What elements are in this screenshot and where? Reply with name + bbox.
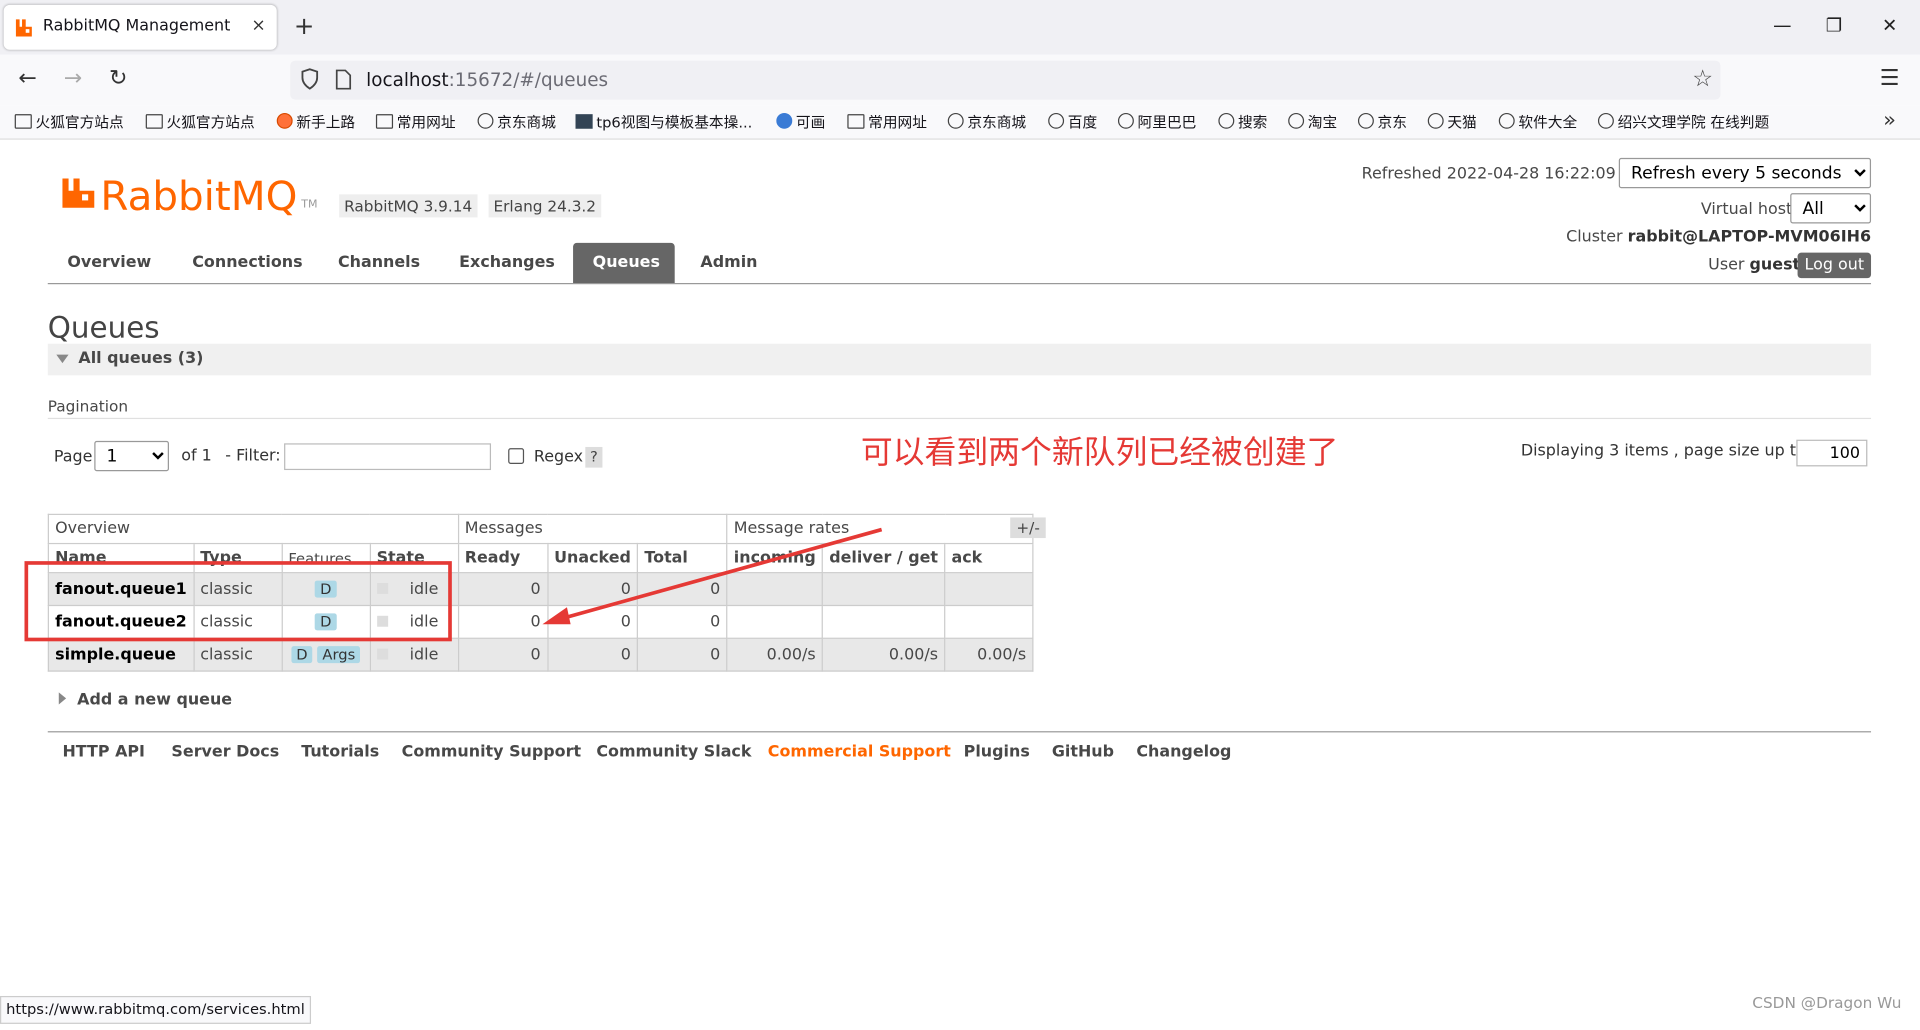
footer-link-community-slack[interactable]: Community Slack: [596, 743, 751, 761]
footer-link-server-docs[interactable]: Server Docs: [171, 743, 279, 761]
footer-link-github[interactable]: GitHub: [1052, 743, 1114, 761]
footer-divider: [47, 731, 1872, 733]
footer-link-plugins[interactable]: Plugins: [964, 743, 1030, 761]
footer-link-http-api[interactable]: HTTP API: [62, 743, 145, 761]
expand-triangle-icon: [58, 692, 67, 705]
annotation-arrow-icon: [542, 527, 883, 625]
add-new-queue-toggle[interactable]: Add a new queue: [58, 691, 232, 709]
footer-link-community-support[interactable]: Community Support: [402, 743, 581, 761]
footer-link-tutorials[interactable]: Tutorials: [301, 743, 379, 761]
watermark: CSDN @Dragon Wu: [1752, 993, 1902, 1012]
footer-link-changelog[interactable]: Changelog: [1136, 743, 1231, 761]
status-bar-url: https://www.rabbitmq.com/services.html: [0, 995, 311, 1024]
footer-link-commercial-support[interactable]: Commercial Support: [768, 743, 951, 761]
